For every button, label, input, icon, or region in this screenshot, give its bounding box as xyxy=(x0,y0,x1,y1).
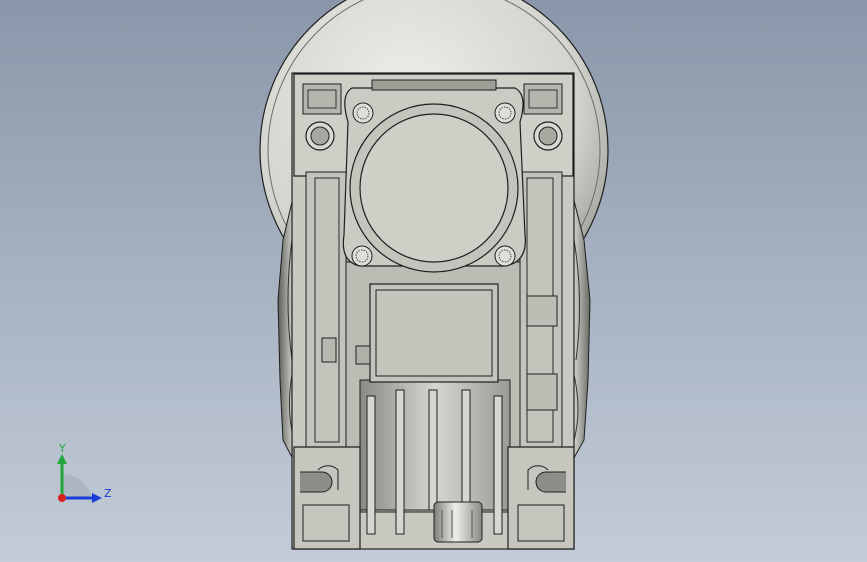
output-shaft-boss xyxy=(433,501,483,543)
coordinate-triad: Y Z xyxy=(57,442,112,503)
triad-plane xyxy=(62,474,92,498)
mounting-hole-left xyxy=(305,121,335,151)
triad-origin xyxy=(58,494,66,502)
top-right-pocket xyxy=(523,83,563,115)
z-axis-label: Z xyxy=(104,487,112,500)
flange-screw-top-right xyxy=(494,102,516,124)
flange-screw-top-left xyxy=(352,102,374,124)
graphics-viewport[interactable]: Y Z xyxy=(0,0,867,562)
flange-screw-bottom-left xyxy=(351,245,373,267)
top-left-pocket xyxy=(302,83,342,115)
worm-gear-reducer-model[interactable] xyxy=(0,0,867,562)
mounting-hole-right xyxy=(533,121,563,151)
name-plate xyxy=(355,283,499,383)
flange-screw-bottom-right xyxy=(494,245,516,267)
oil-plug-slot-left xyxy=(321,337,337,363)
y-axis-label: Y xyxy=(58,442,66,455)
